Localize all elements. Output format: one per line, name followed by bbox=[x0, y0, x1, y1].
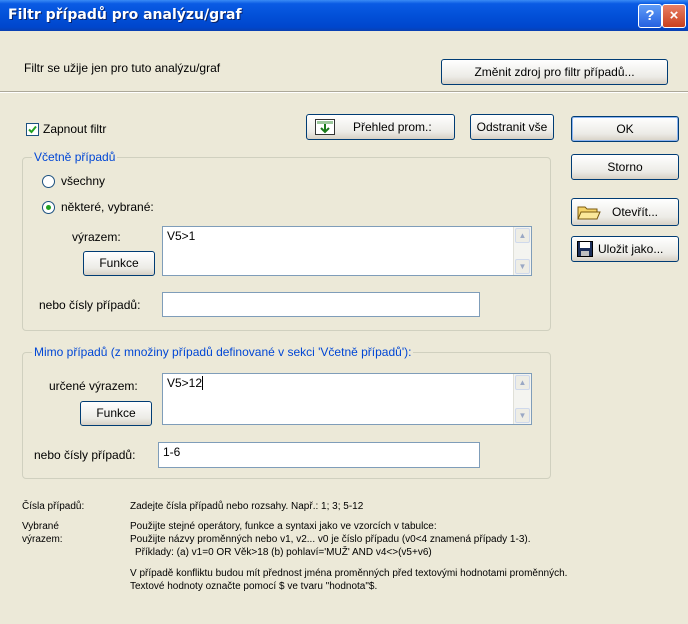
text-cursor bbox=[202, 376, 204, 390]
exclude-case-numbers-input[interactable]: 1-6 bbox=[158, 442, 480, 468]
help-line-2: Použijte názvy proměnných nebo v1, v2...… bbox=[130, 534, 531, 545]
include-function-button[interactable]: Funkce bbox=[83, 251, 155, 276]
open-button[interactable]: Otevřít... bbox=[571, 198, 679, 226]
open-label: Otevřít... bbox=[612, 205, 659, 219]
scroll-up-icon[interactable]: ▲ bbox=[515, 228, 530, 243]
open-folder-icon bbox=[577, 206, 601, 220]
include-expression-input[interactable]: V5>1 ▲ ▼ bbox=[162, 226, 532, 276]
enable-filter-checkbox[interactable] bbox=[26, 123, 39, 136]
radio-some-cases[interactable] bbox=[42, 201, 55, 214]
radio-some-cases-label[interactable]: některé, vybrané: bbox=[61, 200, 154, 214]
check-icon bbox=[28, 125, 37, 134]
scroll-down-icon[interactable]: ▼ bbox=[515, 408, 530, 423]
save-as-label: Uložit jako... bbox=[598, 242, 664, 256]
ok-button[interactable]: OK bbox=[571, 116, 679, 142]
filter-scope-note: Filtr se užije jen pro tuto analýzu/graf bbox=[24, 61, 221, 75]
help-line-5: Textové hodnoty označte pomocí $ ve tvar… bbox=[130, 581, 378, 592]
variables-list-icon bbox=[315, 119, 335, 135]
help-line-4: V případě konfliktu budou mít přednost j… bbox=[130, 568, 568, 579]
remove-all-button[interactable]: Odstranit vše bbox=[470, 114, 554, 140]
include-cases-title: Včetně případů bbox=[32, 150, 118, 164]
include-expression-scrollbar[interactable]: ▲ ▼ bbox=[513, 227, 531, 275]
filter-dialog: Filtr případů pro analýzu/graf ? × Filtr… bbox=[0, 0, 688, 624]
radio-all-cases-label[interactable]: všechny bbox=[61, 174, 105, 188]
close-icon: × bbox=[669, 7, 679, 24]
variables-overview-label: Přehled prom.: bbox=[353, 120, 432, 134]
enable-filter-label[interactable]: Zapnout filtr bbox=[43, 122, 106, 136]
floppy-disk-icon bbox=[577, 241, 593, 257]
save-as-button[interactable]: Uložit jako... bbox=[571, 236, 679, 262]
help-button[interactable]: ? bbox=[638, 4, 662, 28]
variables-overview-button[interactable]: Přehled prom.: bbox=[306, 114, 455, 140]
include-expression-value: V5>1 bbox=[167, 229, 196, 243]
help-line-3: Příklady: (a) v1=0 OR Věk>18 (b) pohlaví… bbox=[135, 547, 432, 558]
help-icon: ? bbox=[645, 7, 655, 24]
radio-selected-dot bbox=[46, 205, 51, 210]
radio-all-cases[interactable] bbox=[42, 175, 55, 188]
exclude-expression-value: V5>12 bbox=[167, 376, 203, 390]
help-selected-label-1: Vybrané bbox=[22, 521, 59, 532]
exclude-expression-scrollbar[interactable]: ▲ ▼ bbox=[513, 374, 531, 424]
exclude-expression-input[interactable]: V5>12 ▲ ▼ bbox=[162, 373, 532, 425]
include-expression-label: výrazem: bbox=[72, 230, 121, 244]
title-bar[interactable]: Filtr případů pro analýzu/graf ? × bbox=[0, 0, 688, 31]
include-case-numbers-label: nebo čísly případů: bbox=[39, 298, 141, 312]
header-separator bbox=[0, 91, 688, 93]
close-button[interactable]: × bbox=[662, 4, 686, 28]
exclude-case-numbers-label: nebo čísly případů: bbox=[34, 448, 136, 462]
exclude-cases-title: Mimo případů (z množiny případů definova… bbox=[32, 345, 414, 359]
help-line-1: Použijte stejné operátory, funkce a synt… bbox=[130, 521, 437, 532]
help-case-numbers-text: Zadejte čísla případů nebo rozsahy. Např… bbox=[130, 501, 364, 512]
scroll-down-icon[interactable]: ▼ bbox=[515, 259, 530, 274]
help-case-numbers-label: Čísla případů: bbox=[22, 501, 85, 512]
exclude-expression-label: určené výrazem: bbox=[49, 379, 138, 393]
include-case-numbers-input[interactable] bbox=[162, 292, 480, 317]
window-title: Filtr případů pro analýzu/graf bbox=[8, 7, 242, 23]
scroll-up-icon[interactable]: ▲ bbox=[515, 375, 530, 390]
cancel-button[interactable]: Storno bbox=[571, 154, 679, 180]
exclude-function-button[interactable]: Funkce bbox=[80, 401, 152, 426]
change-source-button[interactable]: Změnit zdroj pro filtr případů... bbox=[441, 59, 668, 85]
help-selected-label-2: výrazem: bbox=[22, 534, 63, 545]
